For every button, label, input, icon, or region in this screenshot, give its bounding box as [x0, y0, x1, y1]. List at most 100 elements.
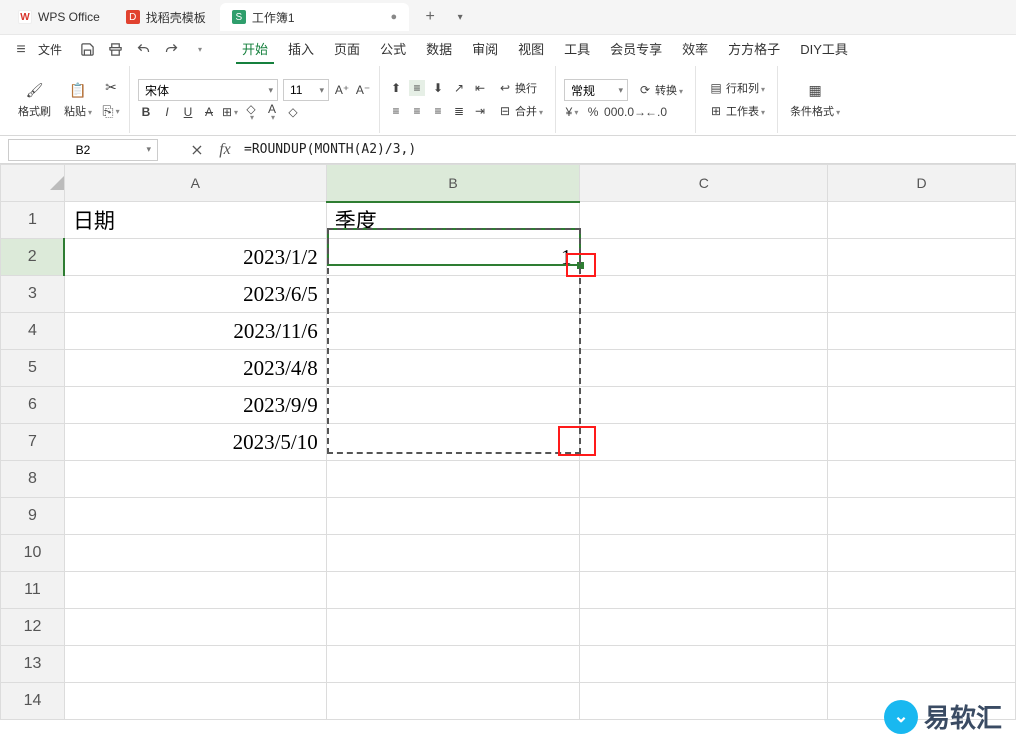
cell[interactable]: [580, 387, 828, 424]
cell[interactable]: [64, 609, 326, 646]
font-grow-icon[interactable]: A⁺: [334, 82, 350, 98]
cell[interactable]: [828, 498, 1016, 535]
percent-icon[interactable]: %: [585, 104, 601, 120]
col-header-c[interactable]: C: [580, 165, 828, 202]
copy-icon[interactable]: ⎘: [101, 102, 121, 122]
cell[interactable]: [580, 239, 828, 276]
tab-data[interactable]: 数据: [420, 35, 458, 64]
orientation-icon[interactable]: ↗: [451, 80, 467, 96]
cell[interactable]: [580, 535, 828, 572]
font-shrink-icon[interactable]: A⁻: [355, 82, 371, 98]
tab-start[interactable]: 开始: [236, 35, 274, 64]
cell[interactable]: 2023/6/5: [64, 276, 326, 313]
tab-diy[interactable]: DIY工具: [794, 35, 854, 64]
worksheet-button[interactable]: ⊞工作表: [704, 101, 769, 121]
row-header[interactable]: 5: [1, 350, 65, 387]
clear-format-icon[interactable]: ◇: [285, 104, 301, 120]
align-right-icon[interactable]: ≡: [430, 103, 446, 119]
file-menu[interactable]: 文件: [38, 41, 62, 58]
align-top-icon[interactable]: ⬆: [388, 80, 404, 96]
cell[interactable]: [326, 535, 580, 572]
cell[interactable]: [580, 609, 828, 646]
cell[interactable]: [580, 313, 828, 350]
borders-icon[interactable]: ⊞: [222, 104, 238, 120]
tab-efficiency[interactable]: 效率: [676, 35, 714, 64]
decimal-decrease-icon[interactable]: ←.0: [648, 104, 664, 120]
italic-icon[interactable]: I: [159, 104, 175, 120]
cell[interactable]: [326, 498, 580, 535]
font-name-select[interactable]: 宋体▾: [138, 79, 278, 101]
cell[interactable]: [580, 276, 828, 313]
cell[interactable]: [580, 683, 828, 720]
cell[interactable]: [828, 424, 1016, 461]
cell[interactable]: [326, 461, 580, 498]
row-header[interactable]: 12: [1, 609, 65, 646]
fill-convert-button[interactable]: ⟳转换: [633, 80, 687, 100]
align-bottom-icon[interactable]: ⬇: [430, 80, 446, 96]
row-header[interactable]: 3: [1, 276, 65, 313]
fill-handle[interactable]: [577, 262, 584, 269]
redo-icon[interactable]: [162, 41, 180, 59]
col-header-b[interactable]: B: [326, 165, 580, 202]
fill-color-icon[interactable]: ◇: [243, 104, 259, 120]
cell[interactable]: 季度: [326, 202, 580, 239]
cell[interactable]: [828, 609, 1016, 646]
cell[interactable]: [64, 646, 326, 683]
tab-list-button[interactable]: ▾: [449, 6, 471, 28]
cell[interactable]: [580, 646, 828, 683]
app-tab-docer[interactable]: D 找稻壳模板: [114, 3, 218, 31]
bold-icon[interactable]: B: [138, 104, 154, 120]
tab-ffgz[interactable]: 方方格子: [722, 35, 786, 64]
col-header-a[interactable]: A: [64, 165, 326, 202]
new-tab-button[interactable]: +: [419, 6, 441, 28]
print-icon[interactable]: [106, 41, 124, 59]
tab-formula[interactable]: 公式: [374, 35, 412, 64]
row-header[interactable]: 1: [1, 202, 65, 239]
justify-icon[interactable]: ≣: [451, 103, 467, 119]
paste-button[interactable]: 📋 粘贴: [60, 79, 96, 121]
cell[interactable]: [64, 461, 326, 498]
cell[interactable]: [828, 387, 1016, 424]
app-tab-wps[interactable]: W WPS Office: [6, 3, 112, 31]
cell[interactable]: [580, 572, 828, 609]
cut-icon[interactable]: ✂: [101, 78, 121, 98]
cell[interactable]: [828, 239, 1016, 276]
row-header[interactable]: 13: [1, 646, 65, 683]
row-header[interactable]: 6: [1, 387, 65, 424]
undo-icon[interactable]: [134, 41, 152, 59]
cell[interactable]: [580, 202, 828, 239]
cell[interactable]: 2023/9/9: [64, 387, 326, 424]
row-header[interactable]: 8: [1, 461, 65, 498]
cell[interactable]: [828, 535, 1016, 572]
tab-view[interactable]: 视图: [512, 35, 550, 64]
row-header[interactable]: 10: [1, 535, 65, 572]
align-left-icon[interactable]: ≡: [388, 103, 404, 119]
cell[interactable]: [326, 387, 580, 424]
cell[interactable]: [64, 683, 326, 720]
row-header[interactable]: 14: [1, 683, 65, 720]
merge-cells-button[interactable]: ⊟合并: [493, 101, 547, 121]
fx-icon[interactable]: fx: [216, 141, 234, 159]
cell[interactable]: [828, 461, 1016, 498]
cell[interactable]: [64, 572, 326, 609]
row-header[interactable]: 2: [1, 239, 65, 276]
spreadsheet-grid[interactable]: A B C D 1日期季度 22023/1/21 32023/6/5 42023…: [0, 164, 1016, 720]
cell[interactable]: [326, 350, 580, 387]
formula-input[interactable]: =ROUNDUP(MONTH(A2)/3,): [244, 142, 416, 157]
cell[interactable]: [326, 276, 580, 313]
cell[interactable]: [580, 498, 828, 535]
currency-icon[interactable]: ¥: [564, 104, 580, 120]
cell[interactable]: [580, 461, 828, 498]
cell[interactable]: [326, 609, 580, 646]
align-middle-icon[interactable]: ≡: [409, 80, 425, 96]
indent-increase-icon[interactable]: ⇥: [472, 103, 488, 119]
align-center-icon[interactable]: ≡: [409, 103, 425, 119]
tab-page[interactable]: 页面: [328, 35, 366, 64]
row-header[interactable]: 7: [1, 424, 65, 461]
cell[interactable]: [580, 350, 828, 387]
cell[interactable]: 2023/5/10: [64, 424, 326, 461]
cell[interactable]: 2023/11/6: [64, 313, 326, 350]
name-box[interactable]: B2▾: [8, 139, 158, 161]
row-header[interactable]: 11: [1, 572, 65, 609]
cell[interactable]: 日期: [64, 202, 326, 239]
